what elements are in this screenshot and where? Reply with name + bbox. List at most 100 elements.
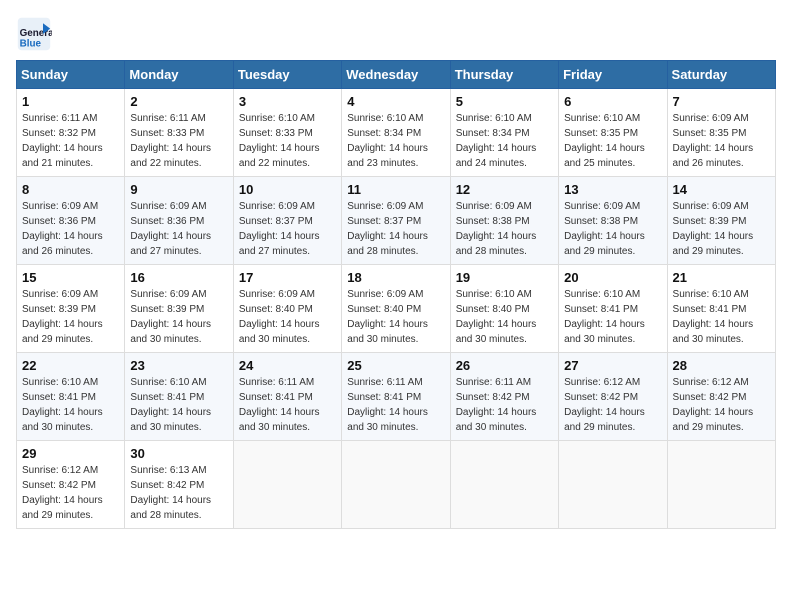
day-info: Sunrise: 6:11 AMSunset: 8:41 PMDaylight:… (347, 377, 428, 433)
calendar-cell (450, 441, 558, 529)
day-info: Sunrise: 6:11 AMSunset: 8:33 PMDaylight:… (130, 113, 211, 169)
weekday-header-sunday: Sunday (17, 61, 125, 89)
calendar-cell: 15 Sunrise: 6:09 AMSunset: 8:39 PMDaylig… (17, 265, 125, 353)
calendar-cell: 6 Sunrise: 6:10 AMSunset: 8:35 PMDayligh… (559, 89, 667, 177)
calendar-cell: 12 Sunrise: 6:09 AMSunset: 8:38 PMDaylig… (450, 177, 558, 265)
day-info: Sunrise: 6:10 AMSunset: 8:41 PMDaylight:… (130, 377, 211, 433)
day-info: Sunrise: 6:11 AMSunset: 8:42 PMDaylight:… (456, 377, 537, 433)
calendar-cell (667, 441, 775, 529)
day-number: 3 (239, 94, 336, 109)
day-number: 23 (130, 358, 227, 373)
calendar-cell (559, 441, 667, 529)
day-number: 6 (564, 94, 661, 109)
calendar-cell: 4 Sunrise: 6:10 AMSunset: 8:34 PMDayligh… (342, 89, 450, 177)
day-info: Sunrise: 6:13 AMSunset: 8:42 PMDaylight:… (130, 465, 211, 521)
day-info: Sunrise: 6:10 AMSunset: 8:40 PMDaylight:… (456, 289, 537, 345)
calendar-cell: 14 Sunrise: 6:09 AMSunset: 8:39 PMDaylig… (667, 177, 775, 265)
calendar-cell: 30 Sunrise: 6:13 AMSunset: 8:42 PMDaylig… (125, 441, 233, 529)
day-info: Sunrise: 6:09 AMSunset: 8:38 PMDaylight:… (456, 201, 537, 257)
weekday-header-saturday: Saturday (667, 61, 775, 89)
calendar-cell: 24 Sunrise: 6:11 AMSunset: 8:41 PMDaylig… (233, 353, 341, 441)
weekday-header-monday: Monday (125, 61, 233, 89)
day-info: Sunrise: 6:10 AMSunset: 8:35 PMDaylight:… (564, 113, 645, 169)
svg-text:Blue: Blue (20, 39, 42, 50)
day-info: Sunrise: 6:09 AMSunset: 8:39 PMDaylight:… (130, 289, 211, 345)
calendar-cell: 10 Sunrise: 6:09 AMSunset: 8:37 PMDaylig… (233, 177, 341, 265)
calendar-cell (342, 441, 450, 529)
calendar-cell: 27 Sunrise: 6:12 AMSunset: 8:42 PMDaylig… (559, 353, 667, 441)
calendar-cell: 25 Sunrise: 6:11 AMSunset: 8:41 PMDaylig… (342, 353, 450, 441)
calendar-cell: 28 Sunrise: 6:12 AMSunset: 8:42 PMDaylig… (667, 353, 775, 441)
day-number: 21 (673, 270, 770, 285)
day-number: 10 (239, 182, 336, 197)
day-number: 11 (347, 182, 444, 197)
logo-icon: General Blue (16, 16, 52, 52)
calendar-week-4: 22 Sunrise: 6:10 AMSunset: 8:41 PMDaylig… (17, 353, 776, 441)
day-info: Sunrise: 6:09 AMSunset: 8:39 PMDaylight:… (22, 289, 103, 345)
day-number: 5 (456, 94, 553, 109)
day-info: Sunrise: 6:12 AMSunset: 8:42 PMDaylight:… (564, 377, 645, 433)
day-info: Sunrise: 6:12 AMSunset: 8:42 PMDaylight:… (673, 377, 754, 433)
day-info: Sunrise: 6:09 AMSunset: 8:38 PMDaylight:… (564, 201, 645, 257)
weekday-header-wednesday: Wednesday (342, 61, 450, 89)
calendar-table: SundayMondayTuesdayWednesdayThursdayFrid… (16, 60, 776, 529)
calendar-cell: 16 Sunrise: 6:09 AMSunset: 8:39 PMDaylig… (125, 265, 233, 353)
day-info: Sunrise: 6:09 AMSunset: 8:36 PMDaylight:… (22, 201, 103, 257)
calendar-cell: 8 Sunrise: 6:09 AMSunset: 8:36 PMDayligh… (17, 177, 125, 265)
day-info: Sunrise: 6:11 AMSunset: 8:32 PMDaylight:… (22, 113, 103, 169)
calendar-cell: 17 Sunrise: 6:09 AMSunset: 8:40 PMDaylig… (233, 265, 341, 353)
calendar-cell (233, 441, 341, 529)
day-info: Sunrise: 6:09 AMSunset: 8:40 PMDaylight:… (347, 289, 428, 345)
calendar-cell: 29 Sunrise: 6:12 AMSunset: 8:42 PMDaylig… (17, 441, 125, 529)
day-number: 2 (130, 94, 227, 109)
calendar-cell: 22 Sunrise: 6:10 AMSunset: 8:41 PMDaylig… (17, 353, 125, 441)
calendar-week-1: 1 Sunrise: 6:11 AMSunset: 8:32 PMDayligh… (17, 89, 776, 177)
day-number: 26 (456, 358, 553, 373)
day-number: 1 (22, 94, 119, 109)
calendar-cell: 20 Sunrise: 6:10 AMSunset: 8:41 PMDaylig… (559, 265, 667, 353)
day-number: 14 (673, 182, 770, 197)
day-number: 22 (22, 358, 119, 373)
calendar-cell: 18 Sunrise: 6:09 AMSunset: 8:40 PMDaylig… (342, 265, 450, 353)
calendar-cell: 13 Sunrise: 6:09 AMSunset: 8:38 PMDaylig… (559, 177, 667, 265)
day-number: 8 (22, 182, 119, 197)
calendar-week-5: 29 Sunrise: 6:12 AMSunset: 8:42 PMDaylig… (17, 441, 776, 529)
day-info: Sunrise: 6:10 AMSunset: 8:33 PMDaylight:… (239, 113, 320, 169)
day-number: 17 (239, 270, 336, 285)
day-number: 15 (22, 270, 119, 285)
calendar-cell: 21 Sunrise: 6:10 AMSunset: 8:41 PMDaylig… (667, 265, 775, 353)
calendar-cell: 7 Sunrise: 6:09 AMSunset: 8:35 PMDayligh… (667, 89, 775, 177)
calendar-cell: 2 Sunrise: 6:11 AMSunset: 8:33 PMDayligh… (125, 89, 233, 177)
weekday-header-tuesday: Tuesday (233, 61, 341, 89)
day-number: 29 (22, 446, 119, 461)
day-info: Sunrise: 6:10 AMSunset: 8:41 PMDaylight:… (564, 289, 645, 345)
page-header: General Blue (16, 16, 776, 52)
day-info: Sunrise: 6:09 AMSunset: 8:37 PMDaylight:… (239, 201, 320, 257)
calendar-cell: 19 Sunrise: 6:10 AMSunset: 8:40 PMDaylig… (450, 265, 558, 353)
weekday-header-friday: Friday (559, 61, 667, 89)
day-number: 20 (564, 270, 661, 285)
calendar-cell: 1 Sunrise: 6:11 AMSunset: 8:32 PMDayligh… (17, 89, 125, 177)
day-info: Sunrise: 6:09 AMSunset: 8:39 PMDaylight:… (673, 201, 754, 257)
day-number: 4 (347, 94, 444, 109)
calendar-header-row: SundayMondayTuesdayWednesdayThursdayFrid… (17, 61, 776, 89)
calendar-cell: 5 Sunrise: 6:10 AMSunset: 8:34 PMDayligh… (450, 89, 558, 177)
calendar-cell: 26 Sunrise: 6:11 AMSunset: 8:42 PMDaylig… (450, 353, 558, 441)
day-info: Sunrise: 6:11 AMSunset: 8:41 PMDaylight:… (239, 377, 320, 433)
calendar-week-3: 15 Sunrise: 6:09 AMSunset: 8:39 PMDaylig… (17, 265, 776, 353)
day-number: 18 (347, 270, 444, 285)
day-number: 19 (456, 270, 553, 285)
day-number: 13 (564, 182, 661, 197)
day-number: 27 (564, 358, 661, 373)
day-info: Sunrise: 6:12 AMSunset: 8:42 PMDaylight:… (22, 465, 103, 521)
day-info: Sunrise: 6:09 AMSunset: 8:37 PMDaylight:… (347, 201, 428, 257)
day-number: 24 (239, 358, 336, 373)
day-info: Sunrise: 6:10 AMSunset: 8:34 PMDaylight:… (456, 113, 537, 169)
day-info: Sunrise: 6:10 AMSunset: 8:41 PMDaylight:… (673, 289, 754, 345)
logo: General Blue (16, 16, 52, 52)
calendar-week-2: 8 Sunrise: 6:09 AMSunset: 8:36 PMDayligh… (17, 177, 776, 265)
day-number: 16 (130, 270, 227, 285)
day-number: 30 (130, 446, 227, 461)
calendar-cell: 3 Sunrise: 6:10 AMSunset: 8:33 PMDayligh… (233, 89, 341, 177)
weekday-header-thursday: Thursday (450, 61, 558, 89)
